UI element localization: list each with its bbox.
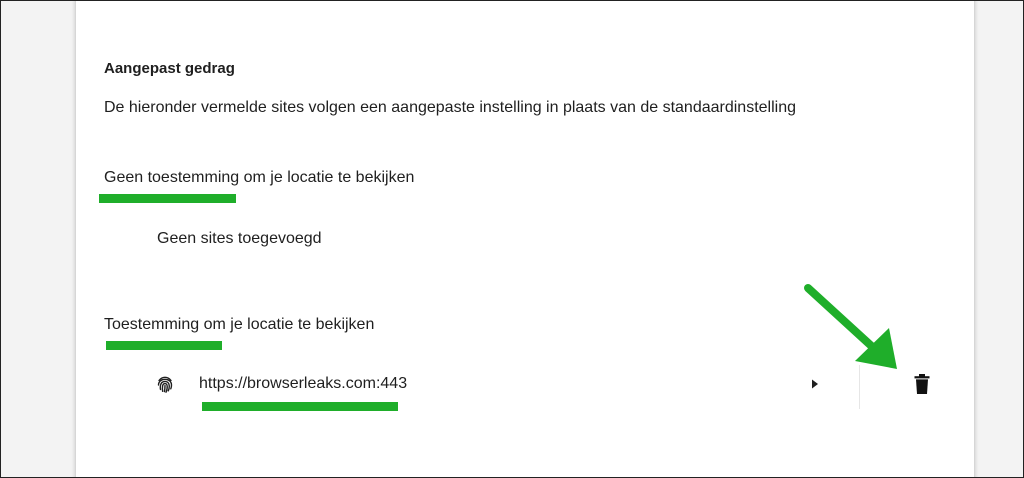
allowed-section-title: Toestemming om je locatie te bekijken — [104, 316, 375, 333]
fingerprint-icon — [157, 376, 173, 393]
arrow-annotation-icon — [804, 284, 897, 369]
blocked-empty-text: Geen sites toegevoegd — [157, 230, 322, 247]
triangle-right-icon[interactable] — [810, 378, 820, 390]
trash-icon[interactable] — [913, 373, 931, 395]
site-url-link[interactable]: https://browserleaks.com:443 — [199, 375, 407, 393]
highlight-bar-allowed-title — [106, 341, 222, 350]
highlight-bar-blocked-title — [99, 194, 236, 203]
screenshot-frame: Aangepast gedrag De hieronder vermelde s… — [0, 0, 1024, 478]
highlight-bar-site-url — [202, 402, 398, 411]
section-description: De hieronder vermelde sites volgen een a… — [104, 99, 796, 116]
blocked-section-title: Geen toestemming om je locatie te bekijk… — [104, 169, 415, 186]
section-heading: Aangepast gedrag — [104, 60, 235, 77]
